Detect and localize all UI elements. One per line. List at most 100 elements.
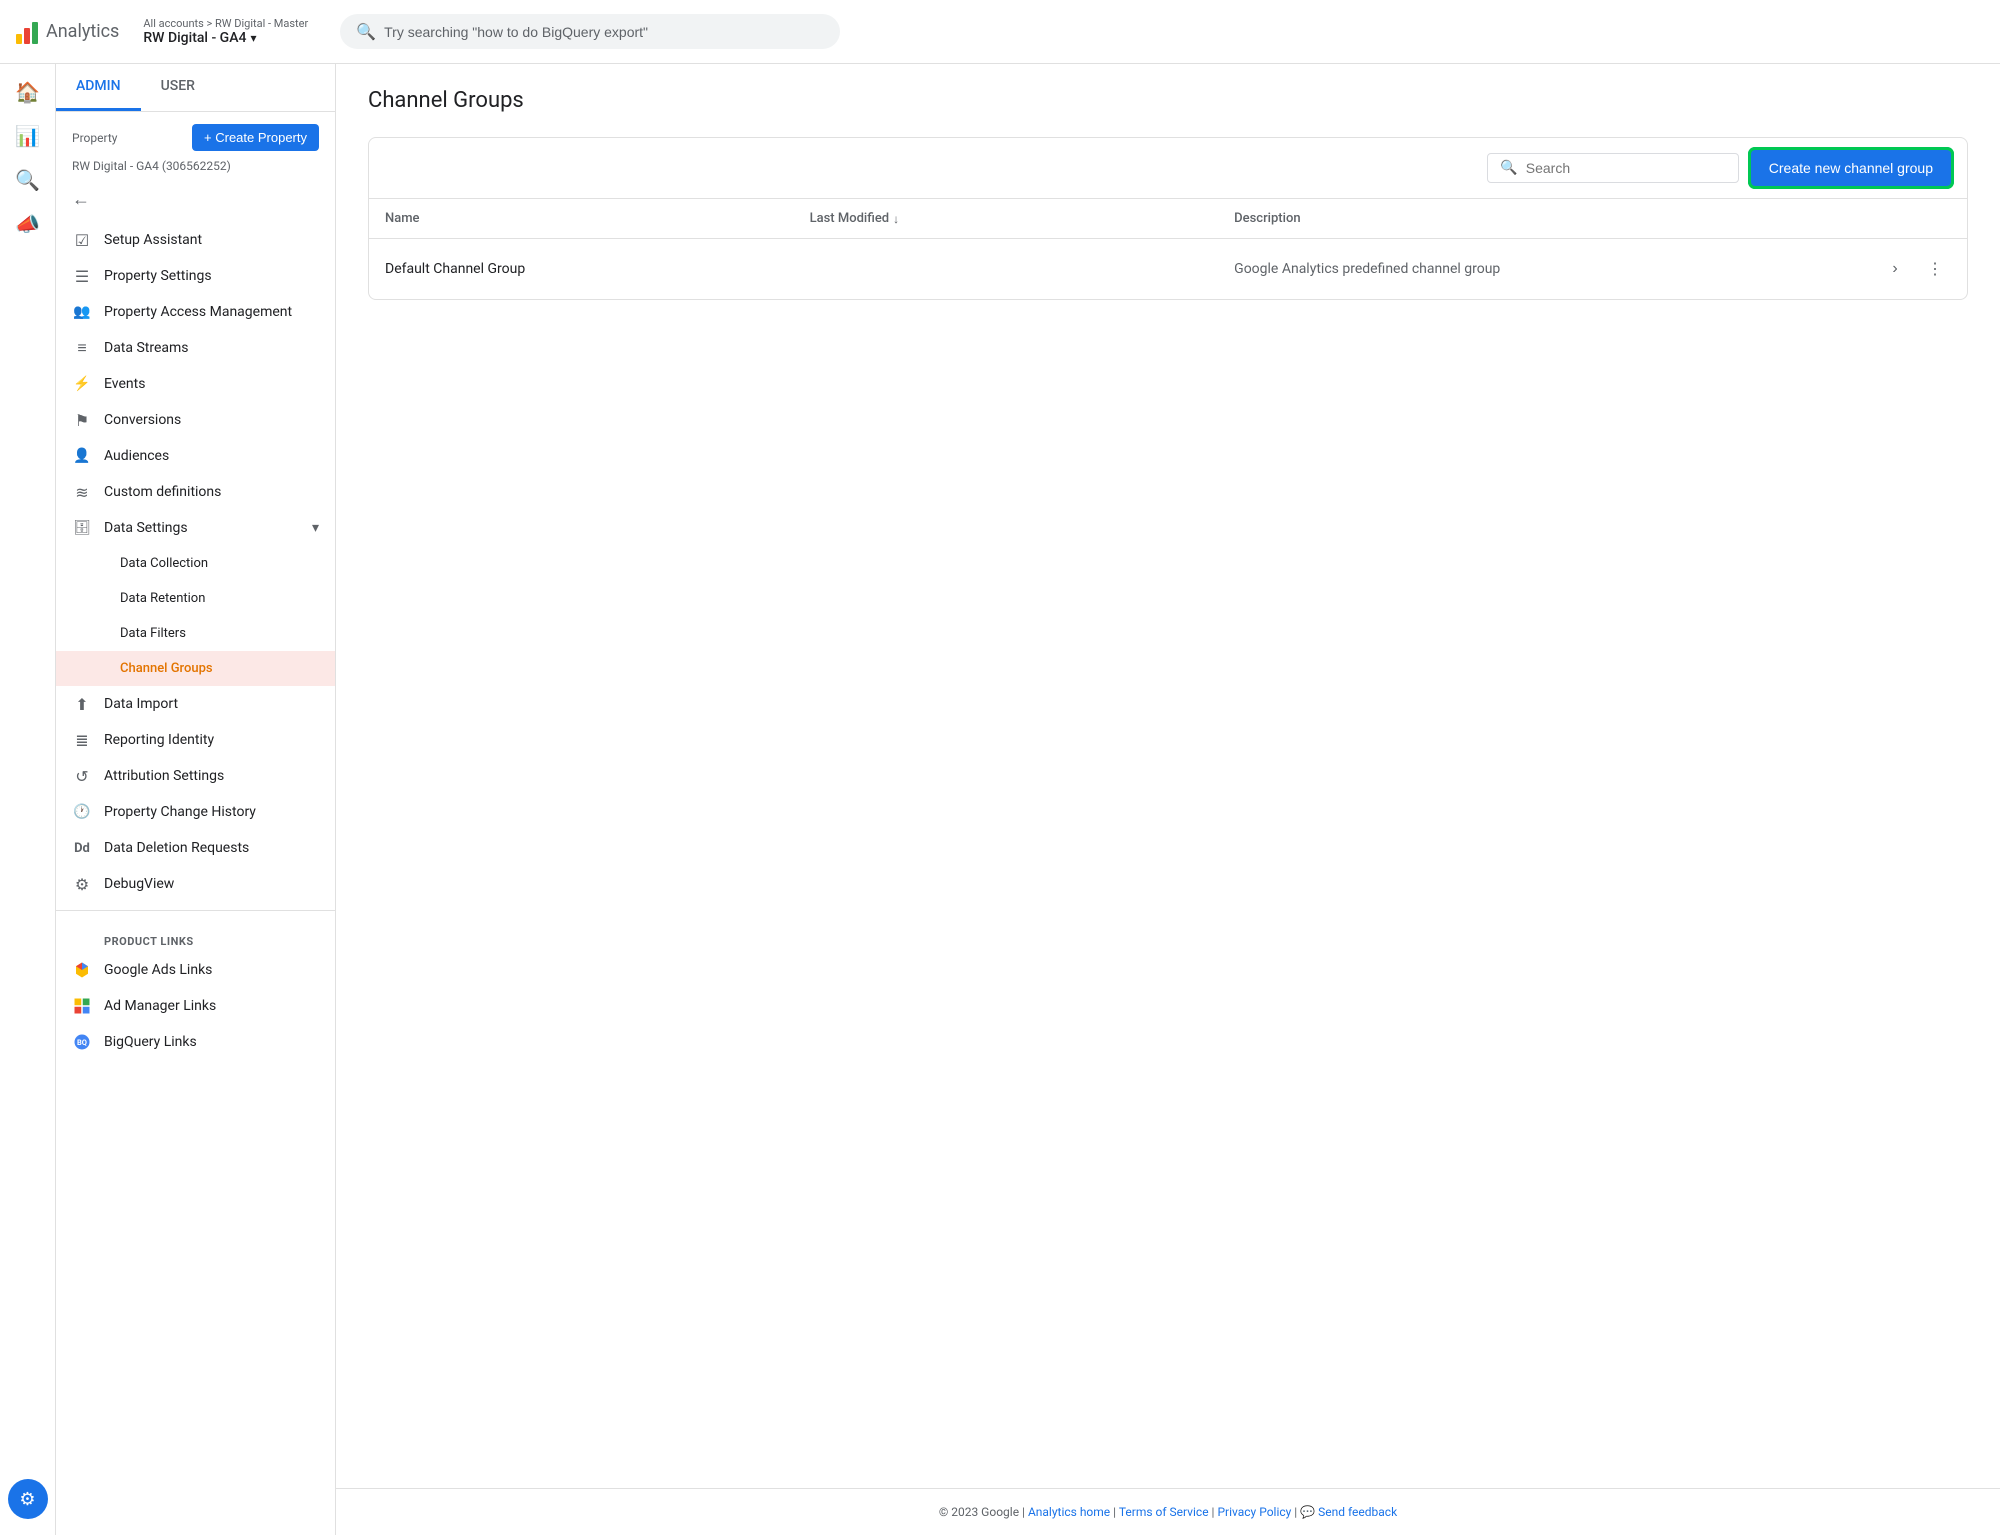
logo: Analytics — [16, 20, 119, 44]
sidebar-item-label: Reporting Identity — [104, 732, 214, 748]
nav-home-icon[interactable]: 🏠 — [8, 72, 48, 112]
sidebar-item-label: Data Collection — [120, 556, 208, 571]
sidebar-item-label: Data Filters — [120, 626, 186, 641]
account-selector[interactable]: All accounts > RW Digital - Master RW Di… — [143, 17, 308, 46]
data-settings-icon: 🗄 — [72, 518, 92, 538]
footer-copy: © 2023 Google — [939, 1505, 1019, 1519]
nav-divider — [56, 910, 335, 911]
row-actions: › ⋮ — [1871, 253, 1951, 285]
account-name[interactable]: RW Digital - GA4 ▾ — [143, 30, 308, 46]
row-chevron-button[interactable]: › — [1879, 253, 1911, 285]
reporting-identity-icon: ≣ — [72, 730, 92, 750]
sidebar-item-label: DebugView — [104, 876, 174, 892]
tab-user[interactable]: USER — [141, 64, 215, 111]
sidebar-item-data-streams[interactable]: ≡ Data Streams — [56, 330, 335, 366]
sidebar-item-ad-manager[interactable]: Ad Manager Links — [56, 988, 335, 1024]
sidebar-item-data-retention[interactable]: Data Retention — [56, 581, 335, 616]
table-row: Default Channel Group Google Analytics p… — [369, 239, 1967, 299]
sidebar-item-google-ads[interactable]: Google Ads Links — [56, 952, 335, 988]
sidebar-item-debug-view[interactable]: ⚙ DebugView — [56, 866, 335, 902]
chevron-down-icon: ▾ — [250, 31, 256, 45]
search-bar[interactable]: 🔍 — [340, 14, 840, 49]
col-header-name: Name — [385, 211, 810, 226]
sidebar-item-channel-groups[interactable]: Channel Groups — [56, 651, 335, 686]
footer-analytics-home[interactable]: Analytics home — [1028, 1505, 1110, 1519]
nav-advertising-icon[interactable]: 📣 — [8, 204, 48, 244]
sidebar-item-data-collection[interactable]: Data Collection — [56, 546, 335, 581]
logo-bar-2 — [24, 28, 30, 44]
setup-assistant-icon: ☑ — [72, 230, 92, 250]
sidebar-item-label: Data Import — [104, 696, 178, 712]
sidebar-item-events[interactable]: ⚡ Events — [56, 366, 335, 402]
property-header: Property + Create Property — [56, 112, 335, 159]
table-search-container[interactable]: 🔍 — [1487, 153, 1738, 183]
sidebar-item-label: Custom definitions — [104, 484, 221, 500]
table-search-input[interactable] — [1526, 160, 1726, 176]
sidebar-item-label: Data Retention — [120, 591, 205, 606]
footer-feedback[interactable]: Send feedback — [1318, 1505, 1397, 1519]
channel-groups-table: 🔍 Create new channel group Name Last Mod… — [368, 137, 1968, 300]
data-streams-icon: ≡ — [72, 338, 92, 358]
sidebar-item-attribution-settings[interactable]: ↺ Attribution Settings — [56, 758, 335, 794]
row-more-options-button[interactable]: ⋮ — [1919, 253, 1951, 285]
content-wrapper: Channel Groups 🔍 Create new channel grou… — [336, 64, 2000, 1535]
content-area: Channel Groups 🔍 Create new channel grou… — [336, 64, 2000, 1488]
icon-nav: 🏠 📊 🔍 📣 ⚙ — [0, 64, 56, 1535]
events-icon: ⚡ — [72, 374, 92, 394]
audiences-icon: 👤 — [72, 446, 92, 466]
debug-view-icon: ⚙ — [72, 874, 92, 894]
google-ads-icon — [72, 960, 92, 980]
sidebar-item-label: BigQuery Links — [104, 1034, 197, 1050]
property-change-history-icon: 🕐 — [72, 802, 92, 822]
sidebar-item-label: Conversions — [104, 412, 181, 428]
property-label: Property — [72, 131, 117, 145]
back-button[interactable]: ← — [56, 181, 335, 218]
sidebar-item-label: Channel Groups — [120, 661, 213, 676]
sidebar-item-reporting-identity[interactable]: ≣ Reporting Identity — [56, 722, 335, 758]
search-input[interactable] — [384, 24, 824, 40]
tab-admin[interactable]: ADMIN — [56, 64, 141, 111]
sidebar-item-property-settings[interactable]: ☰ Property Settings — [56, 258, 335, 294]
logo-bar-1 — [16, 34, 22, 44]
sidebar-item-label: Audiences — [104, 448, 169, 464]
sidebar-item-data-settings[interactable]: 🗄 Data Settings ▾ — [56, 510, 335, 546]
search-icon: 🔍 — [1500, 160, 1517, 176]
nav-explore-icon[interactable]: 🔍 — [8, 160, 48, 200]
sidebar-item-label: Property Access Management — [104, 304, 292, 320]
sidebar-item-label: Google Ads Links — [104, 962, 212, 978]
account-path: All accounts > RW Digital - Master — [143, 17, 308, 30]
sort-down-icon[interactable]: ↓ — [893, 212, 899, 226]
nav-reports-icon[interactable]: 📊 — [8, 116, 48, 156]
sidebar-item-property-access[interactable]: 👥 Property Access Management — [56, 294, 335, 330]
attribution-settings-icon: ↺ — [72, 766, 92, 786]
table-toolbar: 🔍 Create new channel group — [369, 138, 1967, 199]
row-channel-group-name: Default Channel Group — [385, 261, 810, 277]
search-icon: 🔍 — [356, 22, 376, 41]
admin-content: Property + Create Property RW Digital - … — [56, 112, 335, 1535]
create-property-button[interactable]: + Create Property — [192, 124, 319, 151]
sidebar-item-label: Data Deletion Requests — [104, 840, 249, 856]
create-channel-group-button[interactable]: Create new channel group — [1751, 150, 1951, 186]
footer-privacy[interactable]: Privacy Policy — [1217, 1505, 1291, 1519]
property-name: RW Digital - GA4 (306562252) — [56, 159, 335, 181]
feedback-icon: 💬 — [1300, 1505, 1315, 1519]
sidebar-item-property-change-history[interactable]: 🕐 Property Change History — [56, 794, 335, 830]
sidebar-item-bigquery[interactable]: BQ BigQuery Links — [56, 1024, 335, 1060]
sidebar-item-conversions[interactable]: ⚑ Conversions — [56, 402, 335, 438]
back-arrow-icon: ← — [72, 189, 90, 210]
sidebar-item-audiences[interactable]: 👤 Audiences — [56, 438, 335, 474]
ga-logo-icon — [16, 20, 38, 44]
sidebar-item-data-filters[interactable]: Data Filters — [56, 616, 335, 651]
bigquery-icon: BQ — [72, 1032, 92, 1052]
footer: © 2023 Google | Analytics home | Terms o… — [336, 1488, 2000, 1535]
sidebar-item-setup-assistant[interactable]: ☑ Setup Assistant — [56, 222, 335, 258]
page-title: Channel Groups — [368, 88, 1968, 113]
sidebar-item-data-import[interactable]: ⬆ Data Import — [56, 686, 335, 722]
sidebar-item-custom-definitions[interactable]: ≋ Custom definitions — [56, 474, 335, 510]
product-links-label: PRODUCT LINKS — [56, 919, 335, 952]
admin-tabs: ADMIN USER — [56, 64, 335, 112]
footer-terms[interactable]: Terms of Service — [1119, 1505, 1209, 1519]
sidebar-item-data-deletion[interactable]: Dd Data Deletion Requests — [56, 830, 335, 866]
data-import-icon: ⬆ — [72, 694, 92, 714]
nav-settings-icon[interactable]: ⚙ — [8, 1479, 48, 1519]
